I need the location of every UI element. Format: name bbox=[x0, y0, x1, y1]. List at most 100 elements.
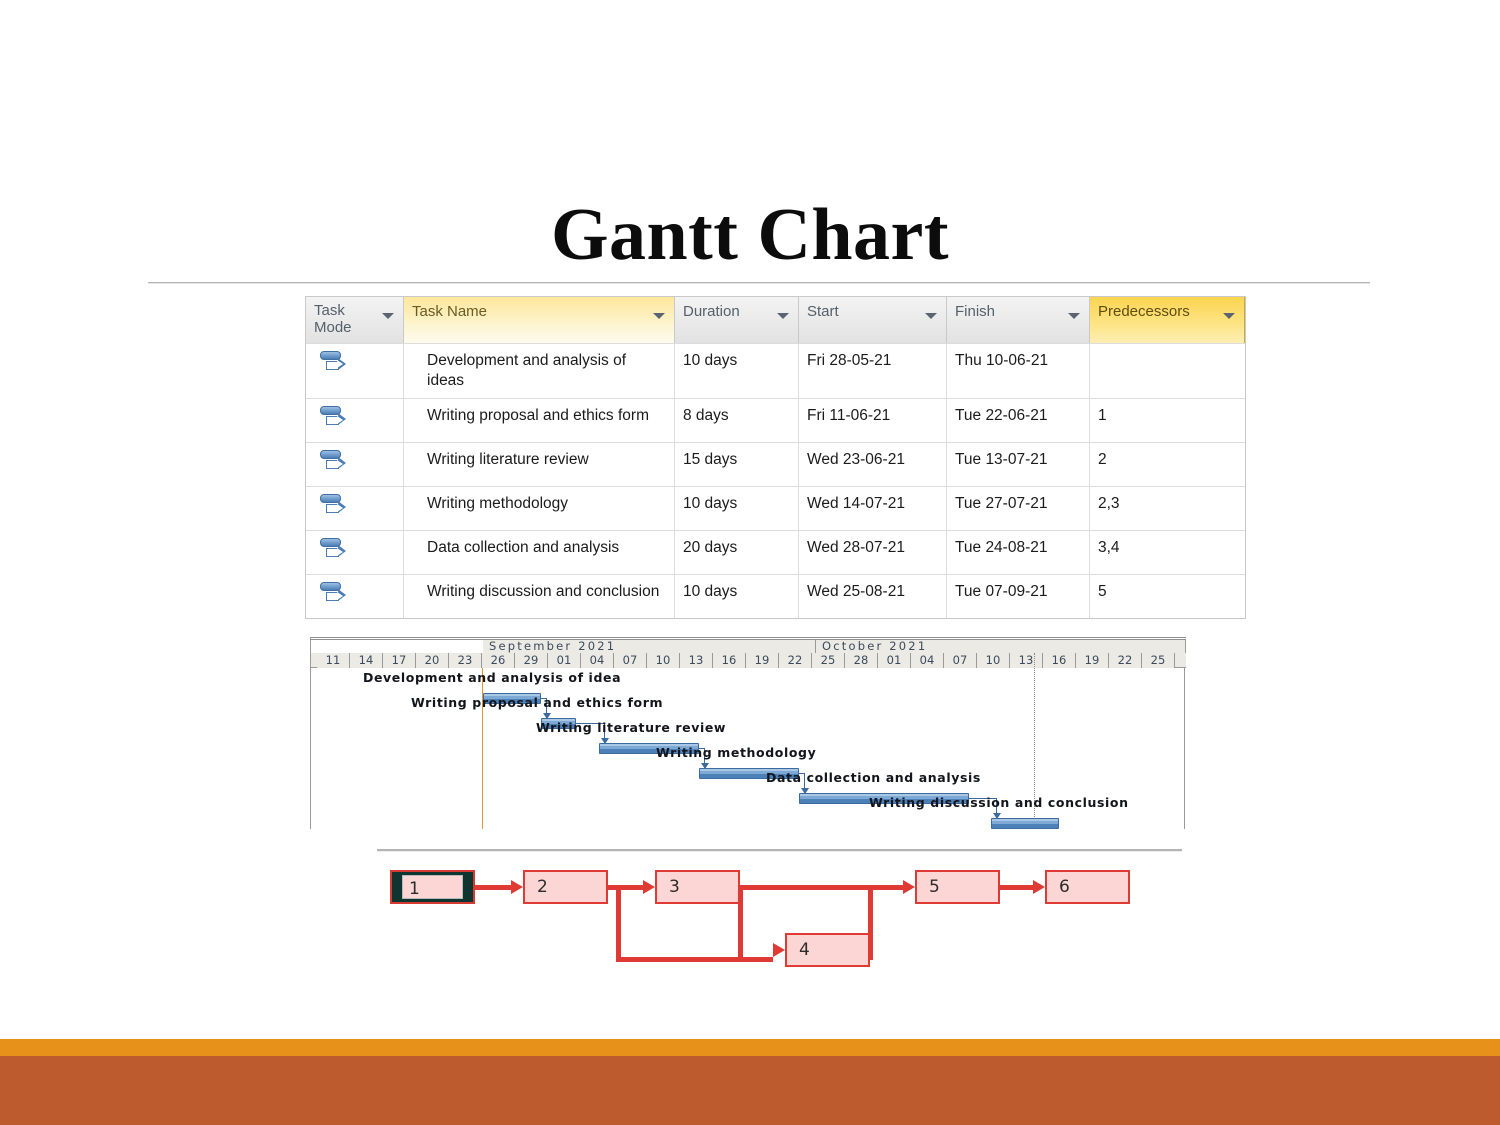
cell-task-mode[interactable] bbox=[306, 442, 404, 486]
table-row[interactable]: Data collection and analysis 20 days Wed… bbox=[306, 530, 1245, 575]
slide-canvas: Gantt Chart Task Mode Task Name Duration… bbox=[0, 0, 1500, 1125]
network-node-1[interactable]: 1 bbox=[390, 870, 475, 904]
task-mode-header-line1: Task bbox=[314, 302, 345, 319]
gantt-bar-label: Writing literature review bbox=[536, 720, 727, 735]
column-header-finish[interactable]: Finish bbox=[947, 297, 1090, 343]
cell-task-name[interactable]: Development and analysis of ideas bbox=[404, 343, 675, 398]
footer-accent-bar-orange bbox=[0, 1039, 1500, 1056]
chevron-down-icon[interactable] bbox=[1223, 313, 1235, 319]
network-node-3[interactable]: 3 bbox=[655, 870, 740, 904]
chevron-down-icon[interactable] bbox=[382, 313, 394, 319]
cell-task-name[interactable]: Writing literature review bbox=[404, 442, 675, 486]
gantt-bar[interactable] bbox=[991, 818, 1059, 829]
gantt-day-tick: 23 bbox=[449, 653, 482, 668]
start-header-label: Start bbox=[807, 303, 839, 320]
column-header-duration[interactable]: Duration bbox=[675, 297, 799, 343]
gantt-day-tick: 13 bbox=[680, 653, 713, 668]
gantt-day-tick: 17 bbox=[383, 653, 416, 668]
table-row[interactable]: Development and analysis of ideas 10 day… bbox=[306, 343, 1245, 399]
cell-start[interactable]: Wed 28-07-21 bbox=[799, 530, 947, 574]
gantt-day-tick: 01 bbox=[548, 653, 581, 668]
gantt-day-tick: 19 bbox=[1076, 653, 1109, 668]
gantt-bar-label: Writing discussion and conclusion bbox=[869, 795, 1129, 810]
column-header-task-mode[interactable]: Task Mode bbox=[306, 297, 404, 343]
edge-arrow-icon bbox=[511, 880, 523, 894]
cell-predecessors[interactable] bbox=[1090, 344, 1245, 398]
column-header-start[interactable]: Start bbox=[799, 297, 947, 343]
cell-start[interactable]: Wed 14-07-21 bbox=[799, 486, 947, 530]
cell-duration[interactable]: 8 days bbox=[675, 398, 799, 442]
cell-predecessors[interactable]: 1 bbox=[1090, 399, 1245, 442]
manual-schedule-icon bbox=[320, 349, 350, 377]
gantt-day-tick: 07 bbox=[614, 653, 647, 668]
cell-task-mode[interactable] bbox=[306, 574, 404, 618]
column-header-task-name[interactable]: Task Name bbox=[404, 297, 675, 343]
table-body: Development and analysis of ideas 10 day… bbox=[306, 343, 1245, 618]
gantt-day-tick: 01 bbox=[878, 653, 911, 668]
cell-task-name[interactable]: Writing discussion and conclusion bbox=[404, 574, 675, 618]
cell-task-name[interactable]: Writing proposal and ethics form bbox=[404, 398, 675, 442]
manual-schedule-icon bbox=[320, 536, 350, 564]
cell-task-mode[interactable] bbox=[306, 398, 404, 442]
table-row[interactable]: Writing methodology 10 days Wed 14-07-21… bbox=[306, 486, 1245, 531]
cell-duration[interactable]: 10 days bbox=[675, 343, 799, 398]
chevron-down-icon[interactable] bbox=[1068, 313, 1080, 319]
gantt-bar-label: Writing proposal and ethics form bbox=[411, 695, 664, 710]
gantt-day-tick: 04 bbox=[581, 653, 614, 668]
network-node-2[interactable]: 2 bbox=[523, 870, 608, 904]
chevron-down-icon[interactable] bbox=[653, 313, 665, 319]
cell-task-name[interactable]: Writing methodology bbox=[404, 486, 675, 530]
gantt-day-tick: 13 bbox=[1010, 653, 1043, 668]
cell-task-name[interactable]: Data collection and analysis bbox=[404, 530, 675, 574]
manual-schedule-icon bbox=[320, 580, 350, 608]
gantt-day-tick: 10 bbox=[977, 653, 1010, 668]
gantt-day-tick: 19 bbox=[746, 653, 779, 668]
predecessors-header-label: Predecessors bbox=[1098, 303, 1190, 320]
cell-start[interactable]: Fri 11-06-21 bbox=[799, 398, 947, 442]
cell-finish[interactable]: Tue 13-07-21 bbox=[947, 442, 1090, 486]
gantt-day-tick: 22 bbox=[1109, 653, 1142, 668]
chevron-down-icon[interactable] bbox=[777, 313, 789, 319]
cell-duration[interactable]: 10 days bbox=[675, 486, 799, 530]
network-node-6[interactable]: 6 bbox=[1045, 870, 1130, 904]
cell-start[interactable]: Wed 23-06-21 bbox=[799, 442, 947, 486]
cell-finish[interactable]: Thu 10-06-21 bbox=[947, 343, 1090, 398]
network-divider bbox=[377, 849, 1182, 852]
cell-task-mode[interactable] bbox=[306, 530, 404, 574]
table-row[interactable]: Writing discussion and conclusion 10 day… bbox=[306, 574, 1245, 618]
task-mode-header-line2: Mode bbox=[314, 318, 352, 336]
cell-predecessors[interactable]: 2,3 bbox=[1090, 487, 1245, 530]
cell-predecessors[interactable]: 3,4 bbox=[1090, 531, 1245, 574]
cell-start[interactable]: Fri 28-05-21 bbox=[799, 343, 947, 398]
network-node-5[interactable]: 5 bbox=[915, 870, 1000, 904]
cell-finish[interactable]: Tue 24-08-21 bbox=[947, 530, 1090, 574]
gantt-day-tick: 25 bbox=[812, 653, 845, 668]
gantt-day-tick: 28 bbox=[845, 653, 878, 668]
cell-finish[interactable]: Tue 27-07-21 bbox=[947, 486, 1090, 530]
network-diagram: 1 2 3 4 5 6 bbox=[380, 858, 1170, 983]
gantt-plot-area: Development and analysis of idea Writing … bbox=[311, 653, 1186, 829]
gantt-day-tick: 29 bbox=[515, 653, 548, 668]
gantt-day-tick: 07 bbox=[944, 653, 977, 668]
duration-header-label: Duration bbox=[683, 303, 740, 320]
cell-start[interactable]: Wed 25-08-21 bbox=[799, 574, 947, 618]
chevron-down-icon[interactable] bbox=[925, 313, 937, 319]
network-node-4[interactable]: 4 bbox=[785, 933, 870, 967]
table-row[interactable]: Writing proposal and ethics form 8 days … bbox=[306, 398, 1245, 443]
cell-predecessors[interactable]: 2 bbox=[1090, 443, 1245, 486]
cell-task-mode[interactable] bbox=[306, 486, 404, 530]
cell-duration[interactable]: 20 days bbox=[675, 530, 799, 574]
edge-3-4-horizontal bbox=[738, 957, 773, 962]
cell-duration[interactable]: 10 days bbox=[675, 574, 799, 618]
cell-finish[interactable]: Tue 22-06-21 bbox=[947, 398, 1090, 442]
column-header-predecessors[interactable]: Predecessors bbox=[1090, 297, 1245, 343]
cell-task-mode[interactable] bbox=[306, 343, 404, 398]
cell-duration[interactable]: 15 days bbox=[675, 442, 799, 486]
cell-finish[interactable]: Tue 07-09-21 bbox=[947, 574, 1090, 618]
edge-3-5 bbox=[740, 885, 904, 890]
network-node-label: 1 bbox=[402, 875, 463, 899]
cell-predecessors[interactable]: 5 bbox=[1090, 575, 1245, 618]
table-row[interactable]: Writing literature review 15 days Wed 23… bbox=[306, 442, 1245, 487]
task-name-header-label: Task Name bbox=[412, 303, 488, 320]
gantt-day-tick: 04 bbox=[911, 653, 944, 668]
